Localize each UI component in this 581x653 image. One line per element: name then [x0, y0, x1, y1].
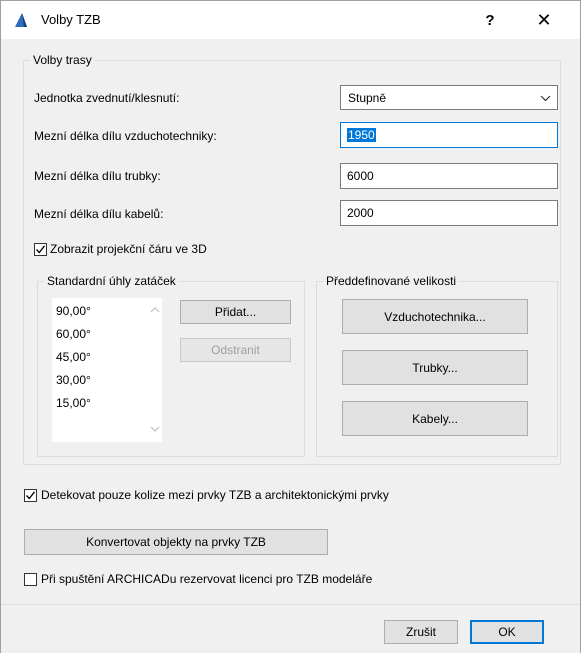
cables-sizes-button[interactable]: Kabely... [342, 401, 528, 436]
pipe-length-label: Mezní délka dílu trubky: [34, 169, 161, 183]
pipe-length-value: 6000 [347, 169, 374, 183]
pipe-length-input[interactable]: 6000 [340, 163, 558, 189]
ducts-sizes-button[interactable]: Vzduchotechnika... [342, 299, 528, 334]
duct-length-input[interactable]: 1950 [340, 122, 558, 148]
show-projection-label: Zobrazit projekční čáru ve 3D [50, 242, 207, 256]
cable-length-input[interactable]: 2000 [340, 200, 558, 226]
predefined-sizes-legend: Předdefinované velikosti [326, 274, 457, 288]
collision-label: Detekovat pouze kolize mezi prvky TZB a … [41, 488, 389, 502]
ok-button[interactable]: OK [470, 620, 544, 644]
cancel-button[interactable]: Zrušit [384, 620, 458, 644]
ducts-sizes-label: Vzduchotechnika... [384, 309, 486, 324]
scroll-down-icon[interactable] [150, 425, 160, 433]
help-icon: ? [485, 11, 495, 29]
pipes-sizes-button[interactable]: Trubky... [342, 350, 528, 385]
list-item[interactable]: 15,00° [56, 396, 91, 410]
tzb-options-dialog: Volby TZB ? ✕ Volby trasy Jednotka zvedn… [0, 0, 581, 653]
rise-unit-select[interactable]: Stupně [340, 85, 558, 110]
remove-angle-button[interactable]: Odstranit [180, 338, 291, 362]
close-button[interactable]: ✕ [521, 1, 567, 39]
routing-options-legend: Volby trasy [33, 53, 92, 67]
convert-objects-button[interactable]: Konvertovat objekty na prvky TZB [24, 529, 328, 555]
checkmark-icon [36, 245, 46, 254]
cable-length-value: 2000 [347, 206, 374, 220]
cables-sizes-label: Kabely... [412, 411, 458, 426]
list-item[interactable]: 60,00° [56, 327, 91, 341]
reserve-license-label: Při spuštění ARCHICADu rezervovat licenc… [41, 572, 373, 586]
ok-label: OK [498, 625, 516, 639]
show-projection-checkbox[interactable] [34, 243, 47, 256]
turn-angles-legend: Standardní úhly zatáček [47, 274, 176, 288]
dialog-footer: Zrušit OK [1, 604, 580, 653]
checkmark-icon [26, 491, 36, 500]
pipes-sizes-label: Trubky... [412, 360, 458, 375]
help-button[interactable]: ? [467, 1, 513, 39]
duct-length-value: 1950 [347, 128, 376, 142]
duct-length-label: Mezní délka dílu vzduchotechniky: [34, 129, 217, 143]
scroll-up-icon[interactable] [150, 306, 160, 314]
close-icon: ✕ [536, 9, 552, 30]
add-angle-button[interactable]: Přidat... [180, 300, 291, 324]
collision-checkbox[interactable] [24, 489, 37, 502]
list-item[interactable]: 90,00° [56, 304, 91, 318]
remove-angle-label: Odstranit [211, 343, 260, 357]
list-item[interactable]: 45,00° [56, 350, 91, 364]
list-item[interactable]: 30,00° [56, 373, 91, 387]
add-angle-label: Přidat... [214, 305, 257, 319]
convert-objects-label: Konvertovat objekty na prvky TZB [86, 535, 266, 549]
title-bar: Volby TZB ? ✕ [1, 1, 580, 39]
reserve-license-checkbox[interactable] [24, 573, 37, 586]
rise-unit-value: Stupně [348, 90, 387, 105]
rise-unit-label: Jednotka zvednutí/klesnutí: [34, 91, 180, 105]
archicad-app-icon [15, 13, 27, 27]
chevron-down-icon [540, 95, 551, 102]
cable-length-label: Mezní délka dílu kabelů: [34, 207, 164, 221]
window-title: Volby TZB [41, 12, 101, 27]
turn-angles-list[interactable]: 90,00° 60,00° 45,00° 30,00° 15,00° [52, 298, 162, 442]
cancel-label: Zrušit [406, 625, 436, 639]
